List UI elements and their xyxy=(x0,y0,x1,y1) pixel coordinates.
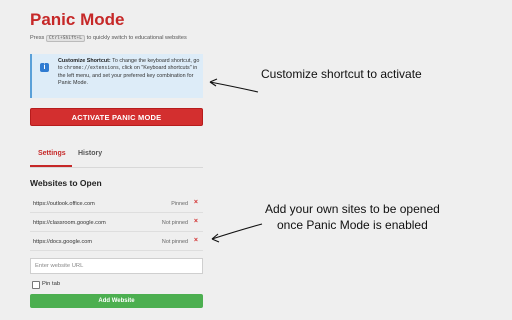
arrow-to-info-box xyxy=(209,78,259,93)
annotation-arrows xyxy=(209,78,263,243)
arrow-to-website-list xyxy=(211,223,263,243)
